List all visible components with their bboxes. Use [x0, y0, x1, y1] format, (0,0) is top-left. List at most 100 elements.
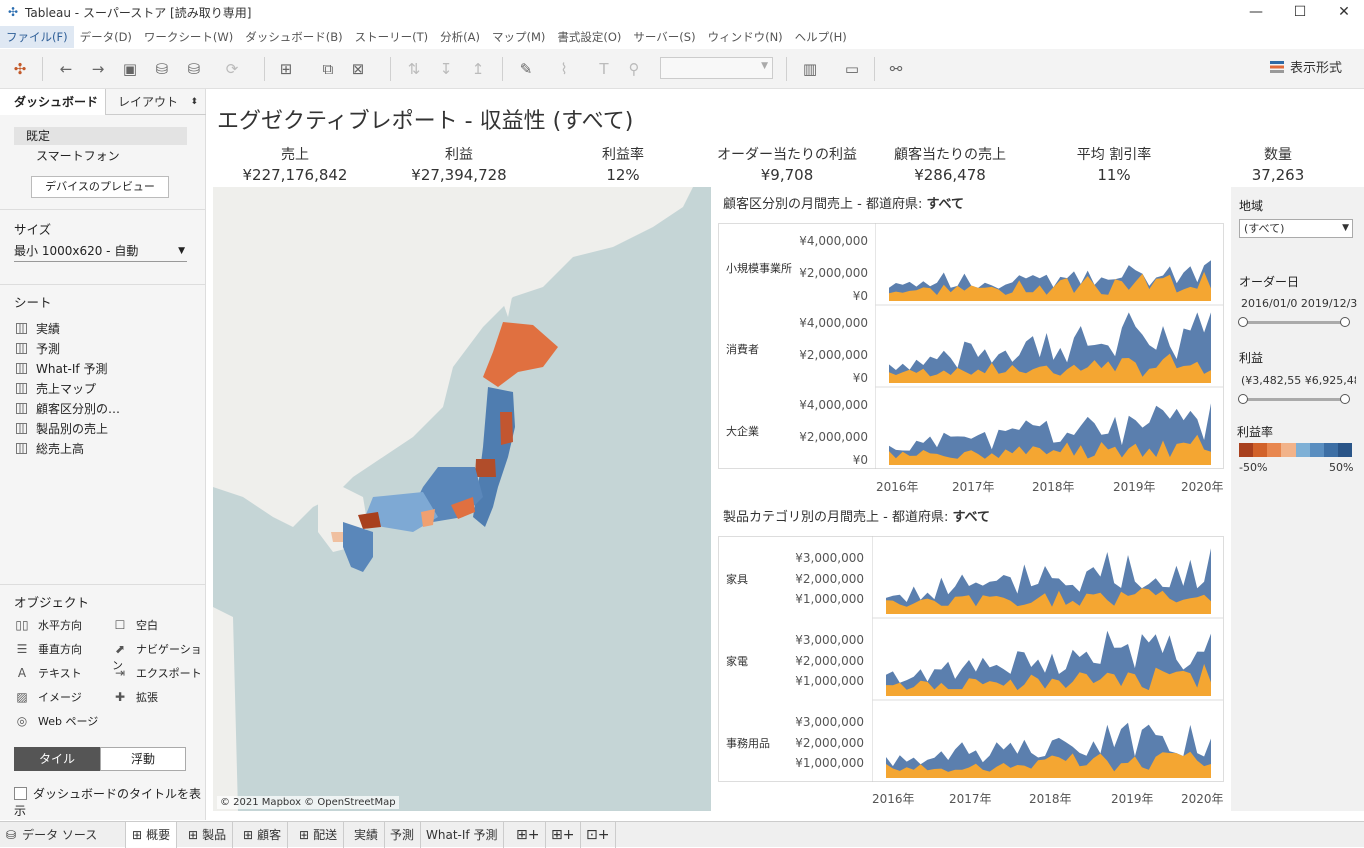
nagasaki-region[interactable]	[331, 532, 343, 542]
object-web[interactable]: ◎ Web ページ	[14, 713, 99, 729]
tab-menu-icon[interactable]: ⬍	[190, 89, 198, 115]
slider-handle-max[interactable]	[1340, 317, 1350, 327]
close-icon[interactable]: ✕	[1324, 2, 1364, 22]
show-me-button[interactable]: 表示形式	[1269, 59, 1342, 79]
menu-analysis[interactable]: 分析(A)	[434, 26, 486, 48]
menu-help[interactable]: ヘルプ(H)	[789, 26, 853, 48]
area-series-consumer[interactable]	[889, 312, 1211, 383]
floating-button[interactable]: 浮動	[100, 747, 186, 771]
checkbox-box[interactable]	[14, 787, 27, 800]
tab-data-source[interactable]: ⛁ データ ソース	[0, 822, 126, 848]
group-icon[interactable]: ⌇	[554, 57, 574, 81]
new-dashboard-icon[interactable]: ⊞+	[545, 822, 582, 848]
maximize-icon[interactable]: ☐	[1280, 2, 1320, 22]
area-series-furniture[interactable]	[886, 548, 1211, 614]
menu-worksheet[interactable]: ワークシート(W)	[138, 26, 239, 48]
chart1-row-label: 消費者	[726, 343, 759, 356]
profit-ratio-legend[interactable]	[1239, 443, 1352, 457]
pin-icon[interactable]: ⚲	[624, 57, 644, 81]
area-series-corporate[interactable]	[889, 403, 1211, 465]
sales-map[interactable]: © 2021 Mapbox © OpenStreetMap	[213, 187, 711, 811]
menu-data[interactable]: データ(D)	[74, 26, 138, 48]
kyushu-region[interactable]	[343, 522, 373, 572]
hokkaido-region[interactable]	[483, 322, 558, 387]
iwate-region[interactable]	[500, 412, 513, 445]
duplicate-sheet-icon[interactable]: ⧉	[318, 57, 338, 81]
shizuoka-region[interactable]	[421, 509, 435, 527]
highlight-icon[interactable]: ✎	[516, 57, 536, 81]
sheet-item[interactable]: 売上マップ	[16, 380, 96, 398]
menu-dashboard[interactable]: ダッシュボード(B)	[239, 26, 348, 48]
slider-handle-max[interactable]	[1340, 394, 1350, 404]
label-icon[interactable]: T	[594, 57, 614, 81]
menu-file[interactable]: ファイル(F)	[0, 26, 74, 48]
slider-handle-min[interactable]	[1238, 394, 1248, 404]
sheet-item[interactable]: 総売上高	[16, 440, 84, 458]
chart2-plot[interactable]	[872, 536, 1223, 782]
menu-window[interactable]: ウィンドウ(N)	[702, 26, 789, 48]
refresh-icon[interactable]: ⟳	[222, 57, 242, 81]
object-extension[interactable]: ✚ 拡張	[112, 689, 158, 705]
sheet-item[interactable]: 製品別の売上	[16, 420, 108, 438]
size-select[interactable]: 最小 1000x620 - 自動 ▼	[14, 242, 187, 262]
tab-dashboard[interactable]: ダッシュボード	[0, 89, 106, 115]
tableau-home-icon[interactable]: ✣	[10, 57, 30, 81]
tab-performance[interactable]: 実績	[348, 822, 386, 848]
new-worksheet-icon[interactable]: ⊞+	[510, 822, 547, 848]
menu-story[interactable]: ストーリー(T)	[349, 26, 435, 48]
show-cards-icon[interactable]: ▥	[800, 57, 820, 81]
undo-icon[interactable]: ←	[56, 57, 76, 81]
tab-forecast[interactable]: 予測	[384, 822, 422, 848]
sheet-item[interactable]: What-If 予測	[16, 360, 107, 378]
region-filter-select[interactable]: (すべて) ▼	[1239, 219, 1353, 238]
swap-icon[interactable]: ⇅	[404, 57, 424, 81]
map-canvas[interactable]	[213, 187, 711, 811]
profit-slider[interactable]	[1238, 394, 1350, 404]
tab-overview[interactable]: ⊞ 概要	[126, 822, 178, 848]
sort-desc-icon[interactable]: ↥	[468, 57, 488, 81]
menu-map[interactable]: マップ(M)	[486, 26, 551, 48]
tab-customer[interactable]: ⊞ 顧客	[237, 822, 289, 848]
tab-shipping[interactable]: ⊞ 配送	[293, 822, 345, 848]
show-title-checkbox[interactable]: ダッシュボードのタイトルを表示	[14, 785, 205, 819]
tohoku-region[interactable]	[473, 387, 515, 527]
menu-format[interactable]: 書式設定(O)	[551, 26, 627, 48]
fit-select[interactable]: ▼	[660, 57, 773, 79]
order-date-slider[interactable]	[1238, 317, 1350, 327]
redo-icon[interactable]: →	[88, 57, 108, 81]
device-phone[interactable]: スマートフォン	[36, 147, 120, 164]
object-navigation[interactable]: ⬈ ナビゲーション	[112, 641, 205, 672]
object-image[interactable]: ▨ イメージ	[14, 689, 81, 705]
pause-updates-icon[interactable]: ⛁	[184, 57, 204, 81]
clear-sheet-icon[interactable]: ⊠	[348, 57, 368, 81]
object-vertical[interactable]: ☰ 垂直方向	[14, 641, 82, 657]
tab-layout[interactable]: レイアウト ⬍	[106, 89, 206, 115]
sheet-item[interactable]: 予測	[16, 340, 60, 358]
menu-server[interactable]: サーバー(S)	[627, 26, 701, 48]
area-series-technology[interactable]	[886, 630, 1211, 696]
tab-what-if[interactable]: What-If 予測	[420, 822, 505, 848]
sheet-item[interactable]: 顧客区分別の…	[16, 400, 120, 418]
tab-product[interactable]: ⊞ 製品	[182, 822, 234, 848]
object-export[interactable]: ⇥ エクスポート	[112, 665, 202, 681]
new-worksheet-icon[interactable]: ⊞	[276, 57, 296, 81]
presentation-icon[interactable]: ▭	[842, 57, 862, 81]
sheet-item[interactable]: 実績	[16, 320, 60, 338]
object-blank[interactable]: ☐ 空白	[112, 617, 158, 633]
save-icon[interactable]: ▣	[120, 57, 140, 81]
object-horizontal[interactable]: ▯▯ 水平方向	[14, 617, 82, 633]
sort-asc-icon[interactable]: ↧	[436, 57, 456, 81]
area-series-small-business[interactable]	[889, 260, 1211, 301]
tochigi-region[interactable]	[475, 459, 496, 477]
slider-handle-min[interactable]	[1238, 317, 1248, 327]
new-story-icon[interactable]: ⊡+	[580, 822, 617, 848]
chart1-plot[interactable]	[875, 223, 1223, 469]
share-icon[interactable]: ⚯	[886, 57, 906, 81]
device-default[interactable]: 既定	[14, 127, 187, 145]
area-series-office-supplies[interactable]	[886, 722, 1211, 778]
tiled-button[interactable]: タイル	[14, 747, 100, 771]
minimize-icon[interactable]: —	[1236, 2, 1276, 22]
object-text[interactable]: A テキスト	[14, 665, 82, 681]
new-datasource-icon[interactable]: ⛁	[152, 57, 172, 81]
device-preview-button[interactable]: デバイスのプレビュー	[31, 176, 169, 198]
